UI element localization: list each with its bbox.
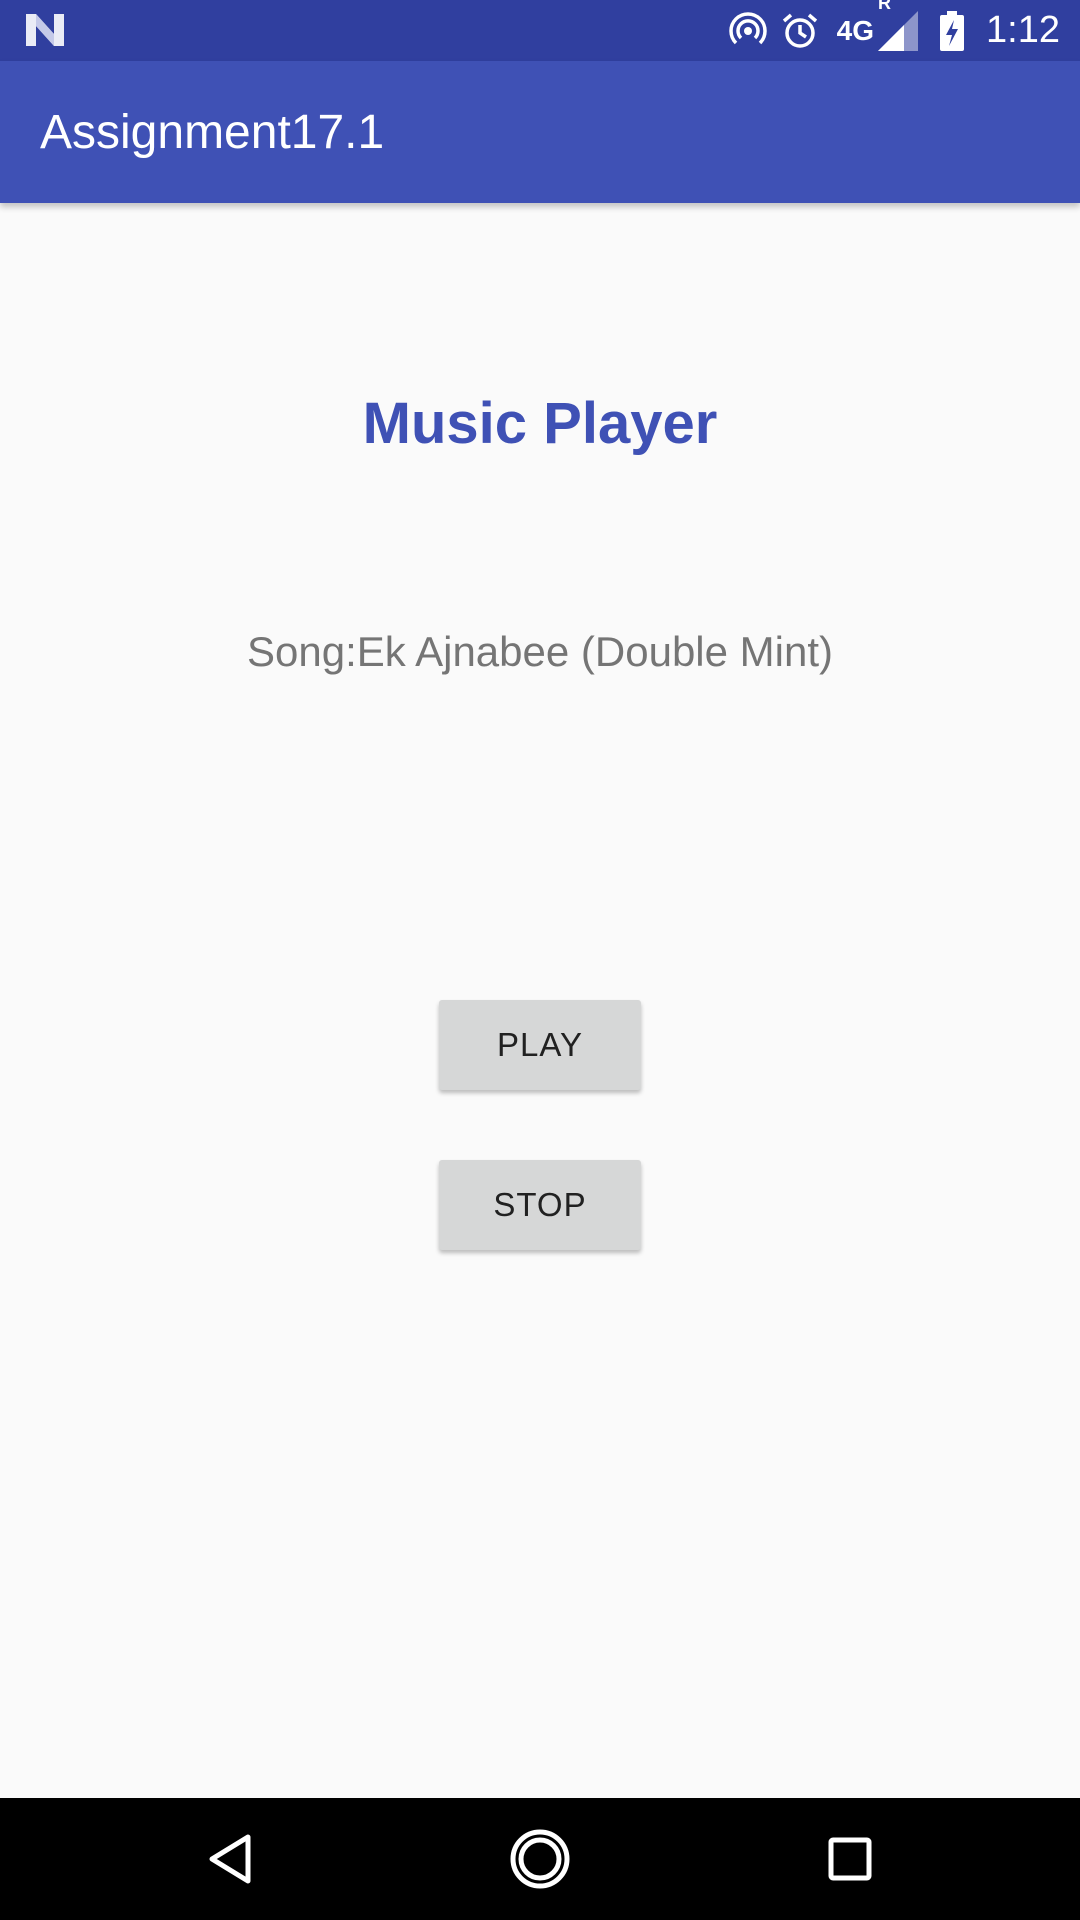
song-label: Song:Ek Ajnabee (Double Mint) [246, 628, 833, 675]
nav-bar [0, 1798, 1080, 1920]
back-button[interactable] [195, 1824, 265, 1894]
roaming-label: R [878, 0, 892, 13]
play-button[interactable]: PLAY [439, 1000, 641, 1090]
app-bar: Assignment17.1 [0, 61, 1080, 203]
n-logo-icon [26, 14, 64, 46]
status-bar: 4G R 1:12 [0, 0, 1080, 61]
alarm-icon [781, 12, 819, 50]
page-heading: Music Player [362, 391, 718, 456]
signal-icon: R [878, 0, 919, 51]
screen: 4G R 1:12 Assignment17.1 Music Player So… [0, 0, 1080, 1920]
back-icon [209, 1834, 251, 1884]
stop-button[interactable]: STOP [439, 1160, 641, 1250]
recents-icon [828, 1837, 872, 1881]
hotspot-icon [728, 11, 767, 50]
status-time: 1:12 [986, 9, 1060, 51]
network-type: 4G [837, 15, 874, 47]
recents-button[interactable] [815, 1824, 885, 1894]
network-label: 4G [836, 14, 875, 46]
app-title: Assignment17.1 [40, 106, 385, 159]
status-icons: 4G R 1:12 [715, 0, 1060, 61]
home-button[interactable] [505, 1824, 575, 1894]
battery-charging-icon [940, 10, 965, 51]
home-icon [510, 1829, 570, 1889]
